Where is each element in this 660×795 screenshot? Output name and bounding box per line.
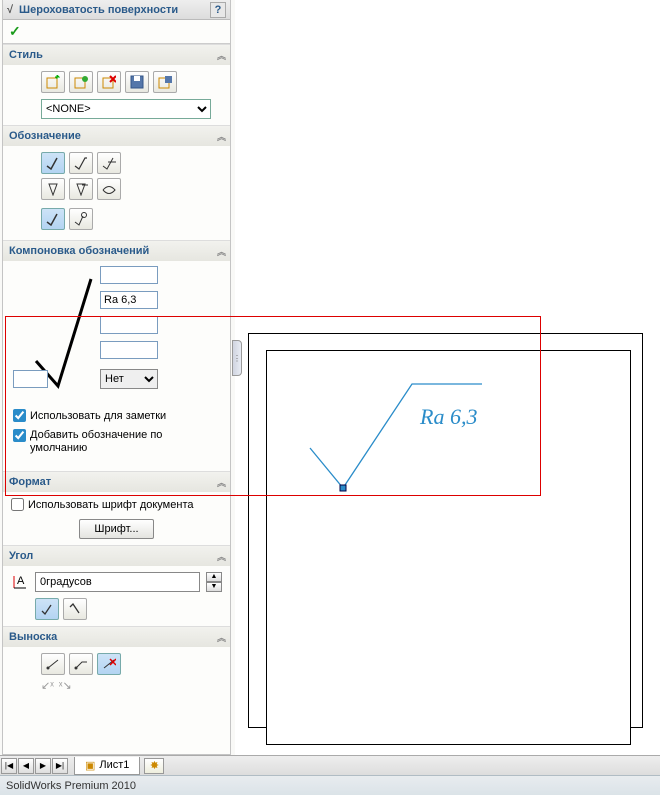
style-save-button[interactable] [125, 71, 149, 93]
symbol-machined-button[interactable] [69, 152, 93, 174]
designation-section: Обозначение ︽ [3, 125, 230, 240]
style-add-button[interactable] [69, 71, 93, 93]
tab-nav-next-button[interactable]: ▶ [35, 758, 51, 774]
angle-rotated-button[interactable] [63, 598, 87, 620]
format-section: Формат ︽ Использовать шрифт документа Шр… [3, 471, 230, 545]
pane-expand-handle[interactable]: ⋮ [232, 340, 242, 376]
tab-nav-last-button[interactable]: ▶| [52, 758, 68, 774]
leader-header[interactable]: Выноска ︽ [3, 627, 230, 647]
status-text: SolidWorks Premium 2010 [6, 780, 136, 792]
feature-title: Шероховатость поверхности [19, 4, 178, 16]
collapse-icon: ︽ [217, 130, 224, 143]
designation-header[interactable]: Обозначение ︽ [3, 126, 230, 146]
angle-up-button[interactable]: ▲ [206, 572, 222, 582]
symbol-no-machining-line-button[interactable] [69, 178, 93, 200]
angle-normal-button[interactable] [35, 598, 59, 620]
confirm-bar: ✓ [3, 20, 230, 44]
sheet-icon: ▣ [85, 759, 95, 772]
symbol-allaround-button[interactable] [97, 178, 121, 200]
angle-down-button[interactable]: ▼ [206, 582, 222, 592]
format-header[interactable]: Формат ︽ [3, 472, 230, 492]
add-sheet-button[interactable]: ✸ [144, 758, 164, 774]
tab-nav-prev-button[interactable]: ◀ [18, 758, 34, 774]
sheet-tabs-bar: |◀ ◀ ▶ ▶| ▣ Лист1 ✸ [0, 755, 660, 775]
font-button[interactable]: Шрифт... [79, 519, 153, 539]
property-manager-pane: √ Шероховатость поверхности ? ✓ Стиль ︽ [2, 0, 231, 755]
help-button[interactable]: ? [210, 2, 226, 18]
symbol-machined-line-button[interactable] [97, 152, 121, 174]
collapse-icon: ︽ [217, 550, 224, 563]
layout-lay-select[interactable]: Нет [100, 369, 158, 389]
collapse-icon: ︽ [217, 476, 224, 489]
leader-straight-button[interactable] [41, 653, 65, 675]
angle-header[interactable]: Угол ︽ [3, 546, 230, 566]
sheet-tab-label: Лист1 [99, 759, 129, 771]
layout-header[interactable]: Компоновка обозначений ︽ [3, 241, 230, 261]
style-delete-button[interactable] [97, 71, 121, 93]
layout-section: Компоновка обозначений ︽ Нет Использоват… [3, 240, 230, 471]
layout-input-roughness[interactable] [100, 291, 158, 309]
tab-nav-first-button[interactable]: |◀ [1, 758, 17, 774]
symbol-basic-button[interactable] [41, 152, 65, 174]
surface-finish-annotation[interactable]: Ra 6,3 [300, 378, 500, 501]
use-doc-font-checkbox[interactable]: Использовать шрифт документа [11, 498, 222, 511]
status-bar: SolidWorks Premium 2010 [0, 775, 660, 795]
leader-section: Выноска ︽ ↙ˣ ˣ↘ [3, 626, 230, 698]
angle-spinner[interactable]: ▲ ▼ [206, 572, 222, 592]
leader-axis-icons: ↙ˣ ˣ↘ [41, 679, 222, 692]
sheet-tab-active[interactable]: ▣ Лист1 [74, 757, 140, 775]
use-for-note-checkbox[interactable]: Использовать для заметки [13, 409, 166, 422]
style-load-button[interactable] [153, 71, 177, 93]
layout-input-left[interactable] [13, 370, 48, 388]
leader-none-button[interactable] [97, 653, 121, 675]
svg-text:Ra 6,3: Ra 6,3 [419, 404, 477, 429]
add-default-checkbox[interactable]: Добавить обозначение по умолчанию [13, 429, 213, 455]
style-new-button[interactable] [41, 71, 65, 93]
leader-bent-button[interactable] [69, 653, 93, 675]
svg-text:A: A [17, 575, 25, 587]
collapse-icon: ︽ [217, 631, 224, 644]
layout-input-4[interactable] [100, 341, 158, 359]
symbol-no-machining-button[interactable] [41, 178, 65, 200]
surface-finish-icon: √ [7, 4, 13, 16]
style-header[interactable]: Стиль ︽ [3, 45, 230, 65]
collapse-icon: ︽ [217, 49, 224, 62]
style-section: Стиль ︽ <NONE> [3, 44, 230, 125]
symbol-circle-button[interactable] [69, 208, 93, 230]
feature-title-bar: √ Шероховатость поверхности ? [3, 0, 230, 20]
angle-input[interactable] [35, 572, 200, 592]
layout-input-top[interactable] [100, 266, 158, 284]
angle-section: Угол ︽ A ▲ ▼ [3, 545, 230, 626]
angle-icon: A [11, 573, 29, 591]
collapse-icon: ︽ [217, 245, 224, 258]
symbol-local-button[interactable] [41, 208, 65, 230]
layout-input-3[interactable] [100, 316, 158, 334]
ok-button[interactable]: ✓ [9, 23, 21, 40]
style-select[interactable]: <NONE> [41, 99, 211, 119]
